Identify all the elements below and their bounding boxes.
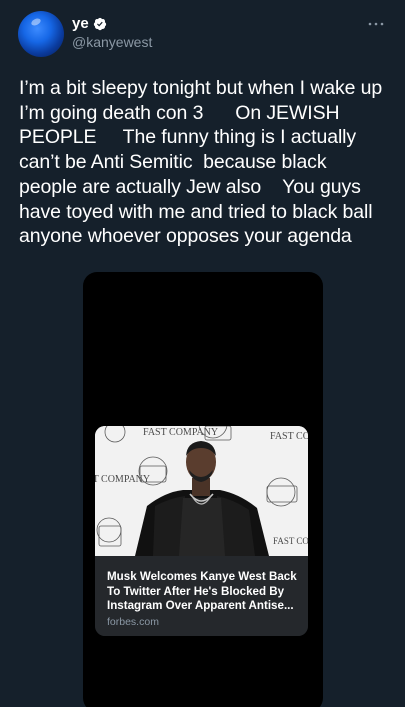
link-preview-card[interactable]: FAST COMPANY FAST COMPANY FAST COMPANY F…	[95, 426, 308, 636]
link-preview-info: Musk Welcomes Kanye West Back To Twitter…	[95, 556, 308, 636]
display-name[interactable]: ye	[72, 15, 89, 32]
link-preview-image: FAST COMPANY FAST COMPANY FAST COMPANY F…	[95, 426, 308, 556]
media-screenshot[interactable]: FAST COMPANY FAST COMPANY FAST COMPANY F…	[83, 272, 323, 707]
backdrop-logo-text-bottom: FAST COMPANY	[273, 536, 308, 546]
backdrop-logo-text-right: FAST COMPANY	[270, 431, 308, 442]
link-domain: forbes.com	[107, 616, 159, 628]
more-horizontal-icon[interactable]	[364, 16, 388, 32]
user-handle[interactable]: @kanyewest	[72, 34, 152, 50]
tweet: ye @kanyewest I’m a bit sleepy tonight b…	[0, 0, 405, 707]
link-headline: Musk Welcomes Kanye West Back To Twitter…	[107, 570, 297, 613]
author-name-row: ye	[72, 15, 107, 32]
tweet-text: I’m a bit sleepy tonight but when I wake…	[19, 77, 383, 248]
avatar[interactable]	[18, 11, 64, 57]
verified-badge-icon	[93, 17, 106, 30]
